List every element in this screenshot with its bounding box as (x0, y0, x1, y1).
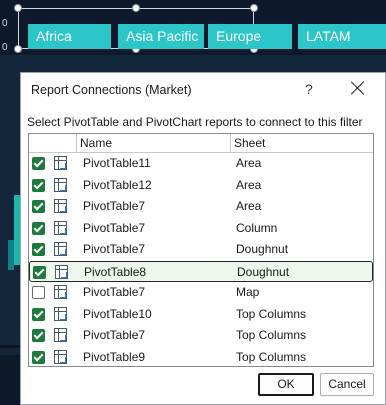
chart-segment (8, 240, 14, 270)
cell-name: PivotTable7 (83, 328, 146, 342)
cell-sheet: Area (236, 177, 262, 192)
connections-table: Name Sheet PivotTable11 Area PivotTable12 A… (28, 133, 374, 367)
cell-name: PivotTable7 (83, 285, 146, 299)
pivottable-icon (54, 220, 67, 235)
table-row[interactable]: PivotTable7 Doughnut (29, 239, 373, 261)
pivottable-icon (54, 306, 67, 321)
cell-name: PivotTable12 (83, 177, 152, 192)
checkbox-checked[interactable] (32, 307, 45, 321)
dialog-instruction: Select PivotTable and PivotChart reports… (27, 115, 363, 129)
pivottable-icon (54, 285, 67, 299)
cell-name: PivotTable7 (83, 242, 146, 256)
axis-zero-label: 0 (2, 18, 8, 29)
axis-zero-label: 0 (2, 42, 8, 53)
cell-sheet: Top Columns (236, 349, 307, 364)
table-row[interactable]: PivotTable7 Top Columns (29, 325, 373, 347)
cell-sheet: Doughnut (236, 242, 289, 256)
report-connections-dialog: Report Connections (Market) ? Select Piv… (20, 72, 386, 405)
column-header-check[interactable] (29, 134, 76, 152)
resize-handle[interactable] (250, 4, 258, 12)
checkbox-checked[interactable] (32, 243, 45, 256)
pivottable-icon (54, 156, 67, 170)
table-row[interactable]: PivotTable10 Top Columns (29, 304, 373, 326)
cell-sheet: Top Columns (236, 328, 307, 342)
market-slicer[interactable]: Africa Asia Pacific Europe LATAM (14, 4, 386, 53)
cell-name: PivotTable7 (83, 220, 146, 235)
checkbox-checked[interactable] (32, 178, 45, 192)
checkbox-checked[interactable] (32, 157, 45, 170)
help-button[interactable]: ? (305, 81, 313, 97)
checkbox-checked[interactable] (32, 200, 45, 213)
table-row[interactable]: PivotTable8 Doughnut (29, 260, 373, 282)
slicer-item-europe[interactable]: Europe (208, 24, 292, 49)
resize-handle[interactable] (14, 45, 22, 53)
dialog-title: Report Connections (Market) (31, 83, 192, 97)
cell-sheet: Area (236, 156, 262, 170)
cell-name: PivotTable9 (83, 349, 146, 364)
slicer-item-asia-pacific[interactable]: Asia Pacific (118, 24, 204, 49)
slicer-item-africa[interactable]: Africa (28, 24, 111, 49)
pivottable-icon (54, 177, 67, 192)
cell-name: PivotTable8 (84, 264, 147, 279)
table-row[interactable]: PivotTable7 Area (29, 196, 373, 218)
table-header: Name Sheet (29, 134, 373, 153)
checkbox-checked[interactable] (33, 265, 46, 279)
cell-name: PivotTable11 (83, 156, 151, 170)
ok-button[interactable]: OK (258, 373, 314, 396)
column-header-sheet[interactable]: Sheet (230, 134, 373, 152)
checkbox-unchecked[interactable] (32, 286, 45, 299)
table-row[interactable]: PivotTable12 Area (29, 175, 373, 197)
pivottable-icon (54, 242, 67, 256)
close-icon[interactable] (349, 79, 367, 97)
pivottable-icon (55, 264, 68, 279)
checkbox-checked[interactable] (32, 350, 45, 364)
cell-sheet: Top Columns (236, 306, 307, 321)
resize-handle[interactable] (14, 4, 22, 12)
pivottable-icon (54, 199, 67, 213)
table-row[interactable]: PivotTable9 Top Columns (29, 347, 373, 367)
pivottable-icon (54, 328, 67, 342)
cell-sheet: Area (236, 199, 262, 213)
table-row[interactable]: PivotTable7 Map (29, 282, 373, 304)
cell-name: PivotTable10 (83, 306, 152, 321)
slicer-item-latam[interactable]: LATAM (298, 24, 386, 49)
checkbox-checked[interactable] (32, 329, 45, 342)
resize-handle[interactable] (132, 4, 140, 12)
cell-sheet: Column (236, 220, 278, 235)
chart-divider (0, 345, 20, 348)
checkbox-checked[interactable] (32, 221, 45, 235)
column-header-name[interactable]: Name (76, 134, 230, 152)
pivottable-icon (54, 349, 67, 364)
cancel-button[interactable]: Cancel (320, 373, 374, 396)
table-row[interactable]: PivotTable7 Column (29, 218, 373, 240)
cell-sheet: Doughnut (237, 264, 290, 279)
cell-sheet: Map (236, 285, 260, 299)
cell-name: PivotTable7 (83, 199, 146, 213)
table-row[interactable]: PivotTable11 Area (29, 153, 373, 175)
